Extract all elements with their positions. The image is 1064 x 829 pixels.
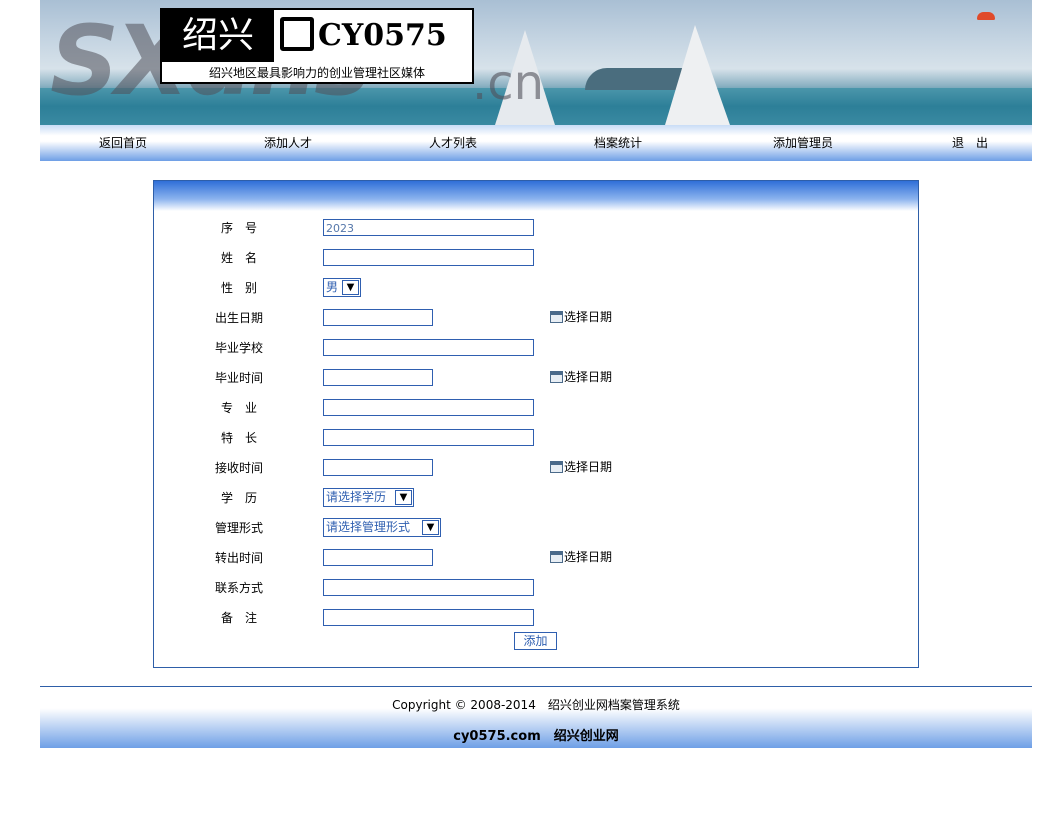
logo-chinese-name: 绍兴 bbox=[162, 10, 274, 62]
specialty-input[interactable] bbox=[323, 429, 534, 446]
chevron-down-icon[interactable]: ▼ bbox=[422, 520, 439, 535]
main-nav: 返回首页 添加人才 人才列表 档案统计 添加管理员 退 出 bbox=[40, 125, 1032, 161]
name-input[interactable] bbox=[323, 249, 534, 266]
site-logo: 绍兴 CY0575 绍兴地区最具影响力的创业管理社区媒体 bbox=[160, 8, 474, 84]
header-banner: SXdns .cn 绍兴 CY0575 绍兴地区最具影响力的创业管理社区媒体 bbox=[40, 0, 1032, 125]
logo-slogan: 绍兴地区最具影响力的创业管理社区媒体 bbox=[208, 66, 425, 80]
label-remark: 备 注 bbox=[220, 611, 257, 625]
chevron-down-icon[interactable]: ▼ bbox=[342, 280, 359, 295]
label-manage-form: 管理形式 bbox=[214, 521, 263, 535]
receive-time-picker[interactable]: 选择日期 bbox=[550, 458, 612, 476]
transfer-time-picker[interactable]: 选择日期 bbox=[550, 548, 612, 566]
major-input[interactable] bbox=[323, 399, 534, 416]
pick-date-label: 选择日期 bbox=[564, 370, 613, 384]
pick-date-label: 选择日期 bbox=[564, 310, 613, 324]
education-select-value: 请选择学历 bbox=[326, 490, 387, 504]
nav-item-add-admin[interactable]: 添加管理员 bbox=[753, 125, 853, 161]
add-button[interactable]: 添加 bbox=[514, 632, 557, 650]
label-gender: 性 别 bbox=[220, 281, 257, 295]
talent-form-panel: 序 号 2023 姓 名 性 别 男 ▼ 出生日期 选择日期 毕业学校 毕业时间… bbox=[153, 180, 919, 668]
receive-time-input[interactable] bbox=[323, 459, 433, 476]
footer: Copyright © 2008-2014 绍兴创业网档案管理系统 cy0575… bbox=[40, 686, 1032, 748]
education-select[interactable]: 请选择学历 ▼ bbox=[323, 488, 414, 507]
nav-item-add-talent[interactable]: 添加人才 bbox=[238, 125, 338, 161]
birth-date-input[interactable] bbox=[323, 309, 433, 326]
label-serial: 序 号 bbox=[220, 221, 257, 235]
birth-date-picker[interactable]: 选择日期 bbox=[550, 308, 612, 326]
banner-sailboat bbox=[665, 25, 730, 125]
logo-brand: CY0575 bbox=[280, 14, 468, 58]
label-contact: 联系方式 bbox=[214, 581, 263, 595]
contact-input[interactable] bbox=[323, 579, 534, 596]
school-input[interactable] bbox=[323, 339, 534, 356]
banner-watermark-domain: .cn bbox=[472, 55, 545, 111]
grad-time-input[interactable] bbox=[323, 369, 433, 386]
pick-date-label: 选择日期 bbox=[564, 460, 613, 474]
serial-input[interactable]: 2023 bbox=[323, 219, 534, 236]
label-transfer-time: 转出时间 bbox=[214, 551, 263, 565]
footer-site: cy0575.com 绍兴创业网 bbox=[453, 729, 619, 744]
label-name: 姓 名 bbox=[220, 251, 257, 265]
transfer-time-input[interactable] bbox=[323, 549, 433, 566]
logo-brand-text: CY0575 bbox=[318, 18, 447, 53]
nav-item-home[interactable]: 返回首页 bbox=[73, 125, 173, 161]
label-education: 学 历 bbox=[220, 491, 257, 505]
gender-select-value: 男 bbox=[326, 280, 339, 294]
remark-input[interactable] bbox=[323, 609, 534, 626]
calendar-icon[interactable] bbox=[550, 370, 563, 383]
label-receive-time: 接收时间 bbox=[214, 461, 263, 475]
calendar-icon[interactable] bbox=[550, 460, 563, 473]
calendar-icon[interactable] bbox=[550, 550, 563, 563]
nav-item-archive-stats[interactable]: 档案统计 bbox=[568, 125, 668, 161]
manage-form-select[interactable]: 请选择管理形式 ▼ bbox=[323, 518, 441, 537]
label-birth-date: 出生日期 bbox=[214, 311, 263, 325]
footer-copyright: Copyright © 2008-2014 绍兴创业网档案管理系统 bbox=[392, 698, 680, 712]
grad-time-picker[interactable]: 选择日期 bbox=[550, 368, 612, 386]
banner-parachute bbox=[977, 12, 995, 20]
label-major: 专 业 bbox=[220, 401, 257, 415]
nav-item-logout[interactable]: 退 出 bbox=[920, 125, 1020, 161]
label-specialty: 特 长 bbox=[220, 431, 257, 445]
calendar-icon[interactable] bbox=[550, 310, 563, 323]
label-school: 毕业学校 bbox=[214, 341, 263, 355]
nav-item-talent-list[interactable]: 人才列表 bbox=[403, 125, 503, 161]
pick-date-label: 选择日期 bbox=[564, 550, 613, 564]
label-grad-time: 毕业时间 bbox=[214, 371, 263, 385]
manage-form-select-value: 请选择管理形式 bbox=[326, 520, 411, 534]
gender-select[interactable]: 男 ▼ bbox=[323, 278, 361, 297]
chevron-down-icon[interactable]: ▼ bbox=[395, 490, 412, 505]
logo-mark-icon bbox=[280, 17, 314, 51]
panel-header bbox=[154, 181, 918, 211]
